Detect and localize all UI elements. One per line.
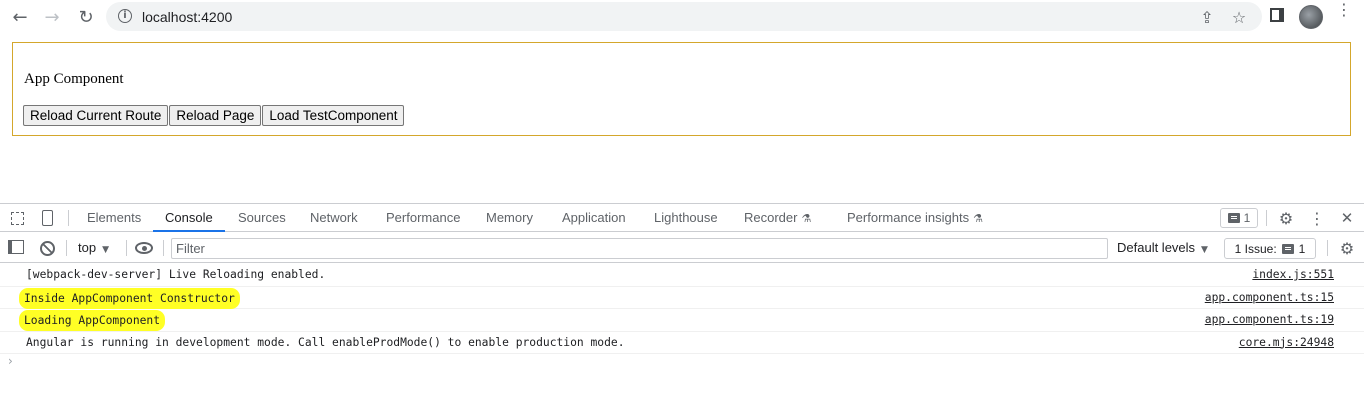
device-toolbar-icon[interactable] [38,209,56,227]
reload-icon[interactable]: ↻ [74,5,98,29]
message-text: [webpack-dev-server] Live Reloading enab… [26,268,326,281]
console-toolbar: top ▼ Default levels ▼ 1 Issue: 1 ⚙ [0,233,1364,263]
message-text: Inside AppComponent Constructor [22,290,237,306]
console-message: Inside AppComponent Constructor app.comp… [0,287,1364,309]
flask-icon: ⚗ [973,212,983,225]
info-icon[interactable]: i [118,9,132,23]
message-text: Angular is running in development mode. … [26,335,625,349]
console-message: Angular is running in development mode. … [0,332,1364,354]
bookmark-star-icon[interactable]: ☆ [1228,6,1250,28]
messages-badge[interactable]: 1 [1220,208,1258,228]
chevron-down-icon: ▼ [102,245,109,255]
reload-page-button[interactable]: Reload Page [169,105,262,126]
divider [163,240,164,256]
tab-performance[interactable]: Performance [386,204,460,232]
console-prompt-caret[interactable]: › [8,354,13,368]
app-component-container: App Component Reload Current Route Reloa… [12,42,1351,136]
load-test-component-button[interactable]: Load TestComponent [262,105,405,126]
close-icon[interactable]: ✕ [1338,209,1356,227]
browser-toolbar: ← → ↻ i localhost:4200 ⇪ ☆ ⋮ [0,0,1364,34]
filter-input[interactable] [171,238,1108,259]
live-expression-eye-icon[interactable] [134,240,154,256]
message-icon [1281,243,1294,254]
issues-count: 1 [1298,241,1306,256]
log-levels-select[interactable]: Default levels ▼ [1117,240,1208,255]
log-levels-value: Default levels [1117,240,1196,255]
issues-button[interactable]: 1 Issue: 1 [1224,238,1316,259]
tab-network[interactable]: Network [310,204,358,232]
message-source-link[interactable]: index.js:551 [1252,268,1334,281]
tab-sources[interactable]: Sources [238,204,286,232]
message-text: Loading AppComponent [22,313,163,328]
message-icon [1227,213,1240,223]
chevron-down-icon: ▼ [1201,245,1208,255]
divider [68,210,69,226]
tab-recorder-label: Recorder [744,210,798,225]
tab-elements[interactable]: Elements [87,204,141,232]
issues-label: 1 Issue: [1234,241,1277,256]
devtools-tabbar: Elements Console Sources Network Perform… [0,204,1364,232]
more-options-icon[interactable]: ⋮ [1308,209,1326,228]
tab-performance-insights[interactable]: Performance insights ⚗ [847,204,983,232]
share-icon[interactable]: ⇪ [1196,6,1218,28]
browser-menu-icon[interactable]: ⋮ [1336,2,1352,18]
console-sidebar-icon[interactable] [8,239,24,255]
inspect-element-icon[interactable] [8,209,26,227]
reload-current-route-button[interactable]: Reload Current Route [23,105,169,126]
clear-console-icon[interactable] [38,239,56,257]
context-value: top [78,240,97,255]
console-settings-gear-icon[interactable]: ⚙ [1338,239,1356,258]
settings-gear-icon[interactable]: ⚙ [1277,209,1295,228]
divider [1266,210,1267,226]
tab-console[interactable]: Console [153,204,225,232]
back-arrow-icon[interactable]: ← [8,5,32,29]
console-messages: [webpack-dev-server] Live Reloading enab… [0,264,1364,354]
message-source-link[interactable]: core.mjs:24948 [1239,336,1334,349]
tab-lighthouse[interactable]: Lighthouse [654,204,718,232]
flask-icon: ⚗ [801,212,812,225]
forward-arrow-icon[interactable]: → [40,5,64,29]
divider [1327,240,1328,256]
console-message: Loading AppComponent app.component.ts:19 [0,309,1364,332]
devtools-panel: Elements Console Sources Network Perform… [0,203,1364,405]
tab-application[interactable]: Application [562,204,626,232]
tab-memory[interactable]: Memory [486,204,533,232]
console-message: [webpack-dev-server] Live Reloading enab… [0,264,1364,287]
message-source-link[interactable]: app.component.ts:19 [1205,313,1334,326]
divider [126,240,127,256]
profile-avatar[interactable] [1299,5,1323,29]
app-title: App Component [24,71,124,87]
divider [66,240,67,256]
tab-recorder[interactable]: Recorder ⚗ [744,204,811,232]
tab-performance-insights-label: Performance insights [847,210,970,225]
context-select[interactable]: top ▼ [78,240,109,255]
message-source-link[interactable]: app.component.ts:15 [1205,291,1334,304]
url-text[interactable]: localhost:4200 [142,9,232,25]
message-count: 1 [1243,211,1251,225]
address-bar[interactable]: i localhost:4200 ⇪ ☆ [106,2,1262,31]
button-row: Reload Current Route Reload Page Load Te… [23,105,405,126]
side-panel-icon[interactable] [1270,8,1284,22]
